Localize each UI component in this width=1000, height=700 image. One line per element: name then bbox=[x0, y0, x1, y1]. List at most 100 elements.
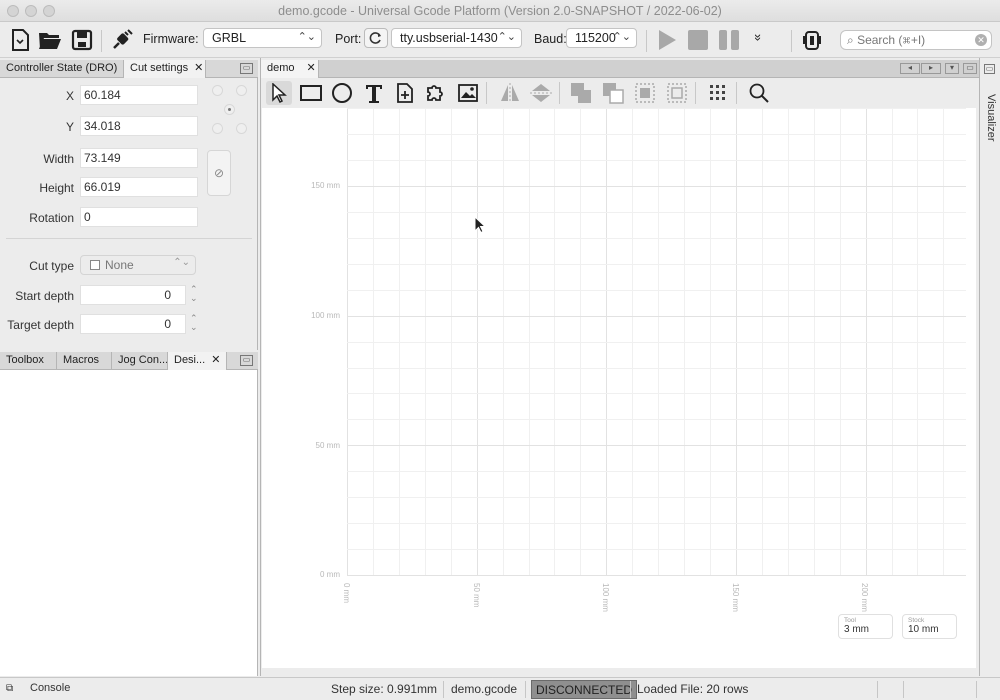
clear-search-icon[interactable]: ✕ bbox=[975, 34, 987, 46]
x-input[interactable]: 60.184 bbox=[80, 85, 198, 105]
open-gcode-file-icon[interactable] bbox=[8, 28, 32, 52]
open-folder-icon[interactable] bbox=[38, 28, 62, 52]
save-icon[interactable] bbox=[70, 28, 94, 52]
close-tab-icon[interactable]: ✕ bbox=[194, 62, 203, 74]
right-side-strip: ▭ Visualizer bbox=[979, 58, 1000, 676]
tab-controller-state[interactable]: Controller State (DRO) bbox=[0, 60, 124, 78]
tab-list-icon[interactable]: ▾ bbox=[945, 63, 959, 74]
union-shapes-icon[interactable] bbox=[568, 81, 594, 105]
rotation-input[interactable]: 0 bbox=[80, 207, 198, 227]
flip-horizontal-icon[interactable] bbox=[497, 81, 523, 105]
array-grid-icon[interactable] bbox=[705, 81, 731, 105]
tool-diameter-box[interactable]: Tool 3 mm bbox=[838, 614, 893, 639]
import-file-icon[interactable] bbox=[392, 81, 418, 105]
mouse-cursor-icon bbox=[474, 216, 486, 234]
grid-line-horizontal bbox=[347, 263, 966, 265]
pause-icon[interactable] bbox=[717, 28, 741, 52]
connection-status-badge: DISCONNECTED bbox=[531, 680, 638, 699]
height-input[interactable]: 66.019 bbox=[80, 177, 198, 197]
grid-line-horizontal bbox=[347, 393, 966, 395]
anchor-top-left[interactable] bbox=[212, 85, 223, 96]
y-axis-label: 50 mm bbox=[315, 441, 340, 450]
cut-type-select[interactable]: None ⌃⌄ bbox=[80, 255, 196, 275]
anchor-top-right[interactable] bbox=[236, 85, 247, 96]
image-tool-icon[interactable] bbox=[455, 81, 481, 105]
port-value: tty.usbserial-1430 bbox=[400, 31, 498, 45]
circle-tool-icon[interactable] bbox=[329, 81, 355, 105]
cut-type-label: Cut type bbox=[29, 259, 74, 273]
design-canvas[interactable]: 150 mm 100 mm 50 mm 0 mm 0 mm 50 mm 100 … bbox=[262, 108, 976, 668]
grid-line-horizontal bbox=[347, 108, 966, 110]
x-axis-label: 150 mm bbox=[731, 583, 740, 612]
tab-toolbox[interactable]: Toolbox bbox=[0, 352, 57, 370]
target-depth-input[interactable]: 0 bbox=[80, 314, 186, 334]
cut-type-swatch bbox=[90, 260, 100, 270]
x-axis-label: 100 mm bbox=[601, 583, 610, 612]
firmware-select[interactable]: GRBL ⌃⌄ bbox=[203, 28, 322, 48]
x-axis-label: 0 mm bbox=[342, 583, 351, 603]
tab-label: Macros bbox=[63, 354, 100, 366]
baud-select[interactable]: 115200 ⌃⌄ bbox=[566, 28, 637, 48]
y-input[interactable]: 34.018 bbox=[80, 116, 198, 136]
stock-thickness-box[interactable]: Stock 10 mm bbox=[902, 614, 957, 639]
grid-line-horizontal bbox=[347, 315, 966, 317]
tab-demo[interactable]: demo ✕ bbox=[261, 60, 319, 78]
intersect-shapes-icon[interactable] bbox=[632, 81, 658, 105]
grid-line-horizontal bbox=[347, 341, 966, 343]
play-icon[interactable] bbox=[655, 28, 679, 52]
search-input[interactable]: ⌕ Search (⌘+I) ✕ bbox=[840, 30, 992, 50]
left-bottom-tabbar: Toolbox Macros Jog Con... Desi... ✕ ▭ bbox=[0, 352, 258, 370]
visualizer-tab[interactable]: Visualizer bbox=[985, 94, 997, 142]
close-tab-icon[interactable]: ✕ bbox=[307, 62, 316, 74]
x-axis-label: 200 mm bbox=[860, 583, 869, 612]
step-size-text: Step size: 0.991mm bbox=[331, 682, 438, 696]
rotation-label: Rotation bbox=[29, 211, 74, 225]
scroll-tabs-right-icon[interactable]: ▸ bbox=[921, 63, 941, 74]
lock-ratio-icon[interactable]: ⊘ bbox=[207, 150, 231, 196]
toolbar-overflow-button[interactable]: » bbox=[751, 34, 766, 41]
split-shapes-icon[interactable] bbox=[664, 81, 690, 105]
baud-label: Baud: bbox=[534, 32, 567, 46]
tab-jog-controller[interactable]: Jog Con... bbox=[112, 352, 168, 370]
tab-label: Controller State (DRO) bbox=[6, 62, 118, 74]
maximize-editor-icon[interactable]: ▭ bbox=[963, 63, 977, 74]
target-depth-row: Target depth 0 ⌃ ⌄ bbox=[0, 314, 258, 336]
plugin-puzzle-icon[interactable] bbox=[423, 81, 449, 105]
zoom-icon[interactable] bbox=[746, 81, 772, 105]
console-toggle-icon[interactable]: ⧉ bbox=[6, 683, 13, 694]
grid-line-horizontal bbox=[347, 471, 966, 473]
port-select[interactable]: tty.usbserial-1430 ⌃⌄ bbox=[391, 28, 522, 48]
connect-plug-icon[interactable] bbox=[110, 28, 134, 52]
rectangle-tool-icon[interactable] bbox=[298, 81, 324, 105]
refresh-ports-icon[interactable] bbox=[364, 28, 388, 48]
text-tool-icon[interactable] bbox=[361, 81, 387, 105]
anchor-center[interactable] bbox=[224, 104, 235, 115]
width-input[interactable]: 73.149 bbox=[80, 148, 198, 168]
minimize-panel-icon[interactable]: ▭ bbox=[240, 63, 253, 74]
start-depth-input[interactable]: 0 bbox=[80, 285, 186, 305]
restore-panel-icon[interactable]: ▭ bbox=[984, 64, 995, 74]
tab-cut-settings[interactable]: Cut settings ✕ bbox=[124, 60, 206, 78]
console-button[interactable]: Console bbox=[30, 682, 70, 694]
tab-label: Toolbox bbox=[6, 354, 44, 366]
tab-label: Cut settings bbox=[130, 62, 189, 74]
tab-macros[interactable]: Macros bbox=[57, 352, 112, 370]
scroll-tabs-left-icon[interactable]: ◂ bbox=[900, 63, 920, 74]
select-tool-icon[interactable] bbox=[266, 81, 292, 105]
tab-design[interactable]: Desi... ✕ bbox=[168, 352, 227, 370]
subtract-shapes-icon[interactable] bbox=[600, 81, 626, 105]
anchor-bottom-right[interactable] bbox=[236, 123, 247, 134]
hand-pendant-icon[interactable] bbox=[800, 28, 824, 52]
start-depth-stepper[interactable]: ⌃ ⌄ bbox=[190, 285, 198, 303]
stop-icon[interactable] bbox=[686, 28, 710, 52]
minimize-panel-icon[interactable]: ▭ bbox=[240, 355, 253, 366]
close-tab-icon[interactable]: ✕ bbox=[211, 354, 220, 366]
target-depth-stepper[interactable]: ⌃ ⌄ bbox=[190, 314, 198, 332]
select-chevron-icon: ⌃⌄ bbox=[297, 31, 316, 43]
grid-line-horizontal bbox=[347, 186, 966, 188]
flip-vertical-icon[interactable] bbox=[528, 81, 554, 105]
start-depth-row: Start depth 0 ⌃ ⌄ bbox=[0, 285, 258, 307]
height-label: Height bbox=[39, 181, 74, 195]
grid-line-horizontal bbox=[347, 289, 966, 291]
anchor-bottom-left[interactable] bbox=[212, 123, 223, 134]
